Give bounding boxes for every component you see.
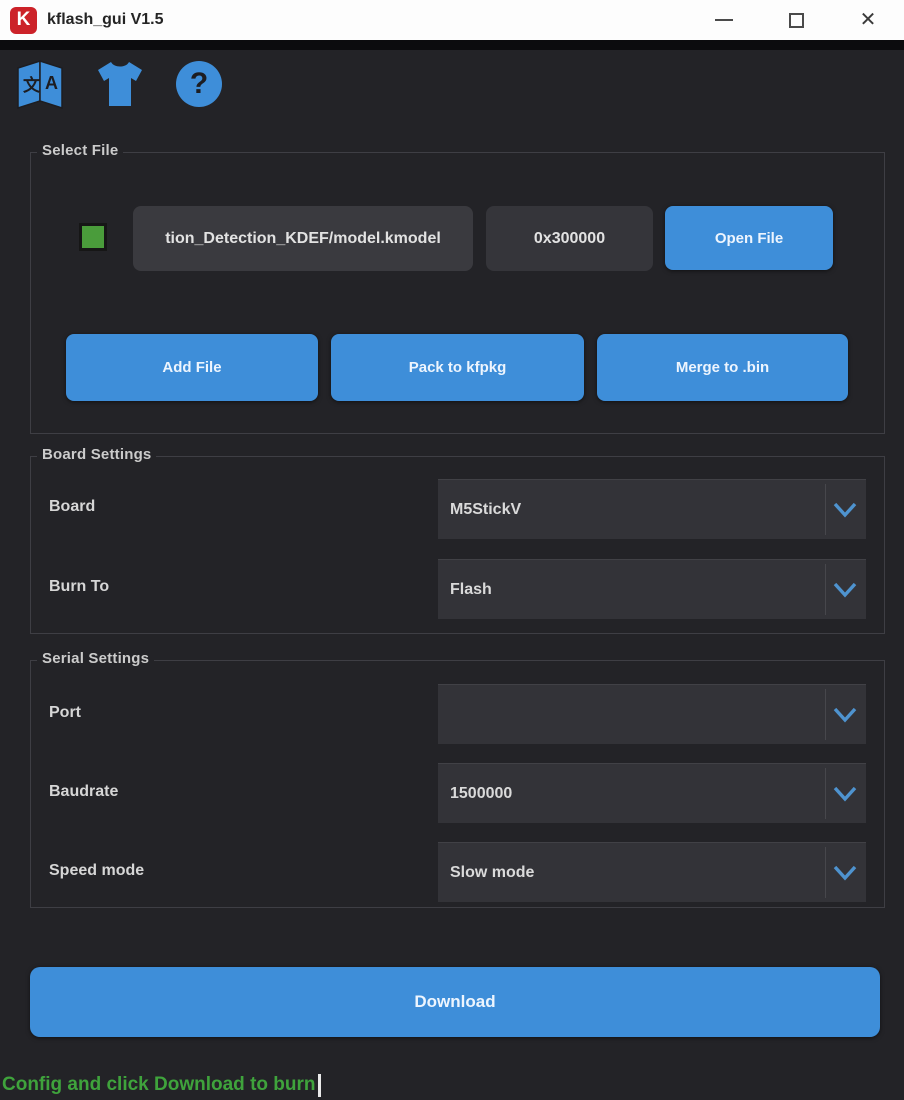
language-translate-icon: 文 A: [16, 58, 64, 110]
port-label: Port: [49, 704, 81, 722]
merge-to-bin-button[interactable]: Merge to .bin: [597, 334, 848, 401]
window-title: kflash_gui V1.5: [47, 11, 164, 29]
serial-settings-group: Serial Settings Port Baudrate 1500000 Sp…: [30, 660, 885, 908]
download-button[interactable]: Download: [30, 967, 880, 1037]
burn-to-select-value: Flash: [438, 581, 866, 599]
theme-tshirt-icon: [94, 60, 146, 108]
kflash-gui-window: K kflash_gui V1.5 ✕ 文 A: [0, 0, 904, 1100]
help-icon: ?: [176, 61, 222, 107]
flash-address-input[interactable]: 0x300000: [486, 206, 653, 271]
close-icon: ✕: [860, 10, 877, 30]
dropdown-separator: [825, 564, 826, 615]
chevron-down-icon: [831, 863, 859, 883]
app-logo-icon: K: [10, 7, 37, 34]
select-file-group: Select File tion_Detection_KDEF/model.km…: [30, 152, 885, 434]
help-button[interactable]: ?: [176, 61, 222, 107]
board-settings-group: Board Settings Board M5StickV Burn To Fl…: [30, 456, 885, 634]
file-valid-checkbox[interactable]: [79, 223, 107, 251]
maximize-button[interactable]: [760, 0, 832, 40]
speed-mode-label: Speed mode: [49, 862, 144, 880]
speed-mode-select-value: Slow mode: [438, 864, 866, 882]
dropdown-separator: [825, 847, 826, 898]
theme-button[interactable]: [94, 60, 146, 108]
board-select[interactable]: M5StickV: [438, 479, 866, 539]
chevron-down-icon: [831, 705, 859, 725]
chevron-down-icon: [831, 500, 859, 520]
minimize-button[interactable]: [688, 0, 760, 40]
status-message: Config and click Download to burn: [2, 1074, 316, 1096]
svg-text:文: 文: [23, 75, 41, 95]
port-select[interactable]: [438, 684, 866, 744]
maximize-icon: [789, 13, 804, 28]
open-file-button[interactable]: Open File: [665, 206, 833, 270]
minimize-icon: [715, 19, 733, 21]
board-select-value: M5StickV: [438, 501, 866, 519]
chevron-down-icon: [831, 784, 859, 804]
baudrate-label: Baudrate: [49, 783, 118, 801]
language-button[interactable]: 文 A: [16, 58, 64, 110]
baudrate-select-value: 1500000: [438, 785, 866, 803]
board-settings-group-label: Board Settings: [37, 446, 156, 463]
toolbar: 文 A ?: [16, 58, 222, 110]
status-bar: Config and click Download to burn: [2, 1072, 902, 1098]
board-label: Board: [49, 498, 95, 516]
text-cursor: [318, 1074, 321, 1097]
file-path-input[interactable]: tion_Detection_KDEF/model.kmodel: [133, 206, 473, 271]
pack-to-kfpkg-button[interactable]: Pack to kfpkg: [331, 334, 584, 401]
svg-text:A: A: [45, 73, 58, 93]
burn-to-label: Burn To: [49, 578, 109, 596]
titlebar: K kflash_gui V1.5 ✕: [0, 0, 904, 50]
baudrate-select[interactable]: 1500000: [438, 763, 866, 823]
select-file-group-label: Select File: [37, 142, 123, 159]
dropdown-separator: [825, 689, 826, 740]
chevron-down-icon: [831, 580, 859, 600]
close-button[interactable]: ✕: [832, 0, 904, 40]
speed-mode-select[interactable]: Slow mode: [438, 842, 866, 902]
burn-to-select[interactable]: Flash: [438, 559, 866, 619]
window-controls: ✕: [688, 0, 904, 40]
dropdown-separator: [825, 484, 826, 535]
serial-settings-group-label: Serial Settings: [37, 650, 154, 667]
dropdown-separator: [825, 768, 826, 819]
add-file-button[interactable]: Add File: [66, 334, 318, 401]
